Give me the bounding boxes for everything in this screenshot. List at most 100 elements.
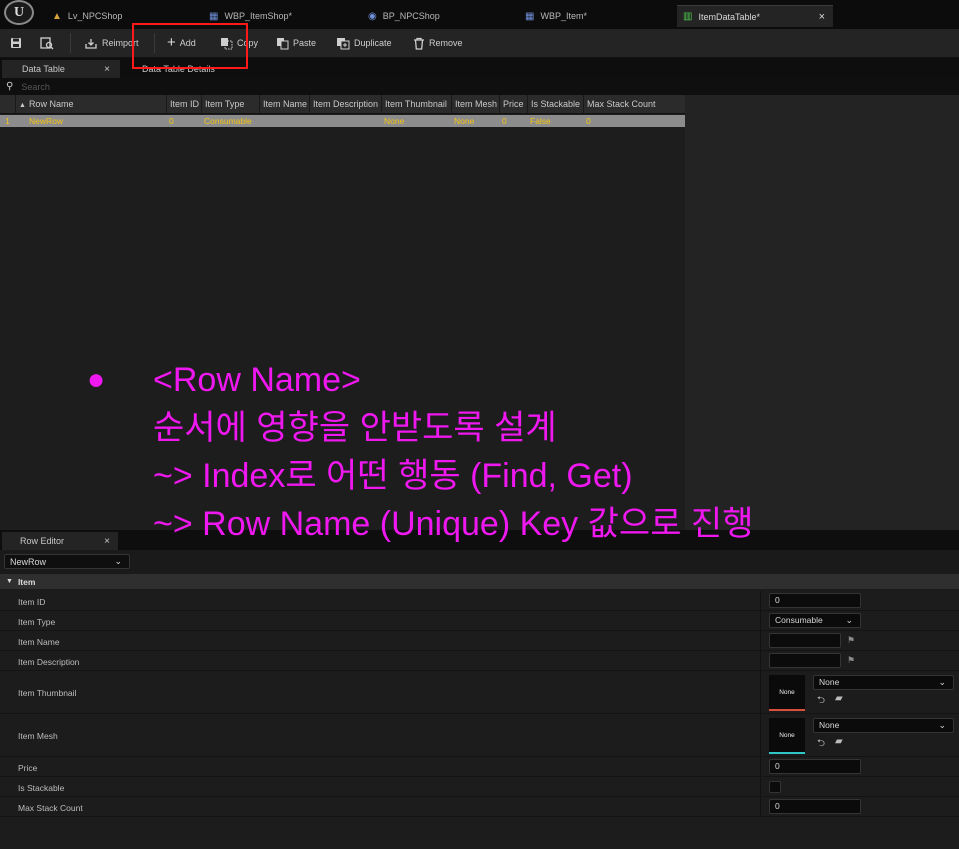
column-header-is-stackable[interactable]: Is Stackable [527,95,583,114]
item-type-dropdown[interactable]: Consumable ⌄ [769,613,861,628]
price-field[interactable]: 0 [769,759,861,774]
tab-row-editor[interactable]: Row Editor × [2,532,118,550]
column-header-max-stack-count[interactable]: Max Stack Count [583,95,685,114]
duplicate-icon [337,37,350,49]
column-header-price[interactable]: Price [499,95,527,114]
annotation-text: <Row Name> 순서에 영향을 안받도록 설계 ~> Index로 어떤 … [153,356,753,548]
use-selected-asset-icon[interactable]: ⮌ [817,736,825,753]
thumbnail-preview[interactable]: None [769,675,805,711]
property-row-item-name: Item Name ⚑ [0,631,959,651]
search-icon: ⚲ [6,81,14,92]
property-row-item-type: Item Type Consumable ⌄ [0,611,959,631]
remove-button[interactable]: Remove [413,33,463,53]
property-label: Item Description [18,657,80,667]
doc-tab-bp-npcshop[interactable]: ◉ BP_NPCShop [362,5,512,27]
annotation-line-3: ~> Index로 어떤 행동 (Find, Get) [153,457,633,495]
cell-item-thumbnail[interactable]: None [381,115,451,127]
cell-item-mesh[interactable]: None [451,115,499,127]
item-thumbnail-asset-picker[interactable]: None ⌄ [813,675,954,690]
cell-is-stackable[interactable]: False [527,115,583,127]
item-id-field[interactable]: 0 [769,593,861,608]
property-row-item-mesh: Item Mesh None None ⌄ ⮌ ▰ [0,714,959,757]
duplicate-label: Duplicate [354,38,392,48]
data-table-editor-window: U ▲ Lv_NPCShop ▦ WBP_ItemShop* ◉ BP_NPCS… [0,0,959,849]
annotation-line-2: 순서에 영향을 안받도록 설계 [153,409,557,447]
column-header-item-type[interactable]: Item Type [201,95,259,114]
use-selected-asset-icon[interactable]: ⮌ [817,693,825,710]
cell-row-name[interactable]: NewRow [26,115,166,127]
property-label: Item Name [18,637,60,647]
browse-button[interactable] [40,33,54,53]
doc-tab-label: WBP_Item* [540,11,587,21]
row-name-dropdown[interactable]: NewRow ⌄ [4,554,130,569]
table-row[interactable]: 1 NewRow 0 Consumable None None 0 False … [0,115,685,127]
unreal-logo-icon[interactable]: U [4,0,34,25]
property-label: Max Stack Count [18,803,83,813]
browse-folder-icon[interactable]: ▰ [835,693,843,704]
column-header-item-thumbnail[interactable]: Item Thumbnail [381,95,451,114]
selected-row-label: NewRow [10,556,47,567]
close-tab-icon[interactable]: × [104,536,110,547]
localization-flag-icon[interactable]: ⚑ [847,655,855,666]
row-select-bar: NewRow ⌄ [0,550,959,574]
cell-item-type[interactable]: Consumable [201,115,259,127]
close-tab-icon[interactable]: × [104,64,110,75]
reimport-icon [85,38,97,49]
cell-item-description[interactable] [309,115,381,127]
duplicate-button[interactable]: Duplicate [336,33,392,53]
level-icon: ▲ [52,10,62,22]
browse-asset-icon [40,36,54,49]
doc-tab-label: BP_NPCShop [382,11,440,21]
annotation-line-1: <Row Name> [153,361,361,399]
row-index: 1 [5,116,10,126]
property-label: Item Mesh [18,731,58,741]
item-name-field[interactable] [769,633,841,648]
save-button[interactable] [10,33,22,53]
paste-button[interactable]: Paste [276,33,316,53]
column-divider [760,591,761,610]
property-label: Item Thumbnail [18,688,77,698]
table-header: ▲ Row Name Item ID Item Type Item Name It… [0,95,685,114]
doc-tab-wbp-item[interactable]: ▦ WBP_Item* [519,5,669,27]
column-divider [760,611,761,630]
blueprint-icon: ◉ [368,10,377,22]
cell-item-id[interactable]: 0 [166,115,201,127]
category-header-item[interactable]: ▼ Item [0,574,959,589]
column-header-item-name[interactable]: Item Name [259,95,309,114]
chevron-down-icon: ⌄ [114,556,122,566]
column-divider [760,777,761,796]
column-header-row-name[interactable]: ▲ Row Name [15,95,166,114]
doc-tab-label: Lv_NPCShop [67,11,123,21]
paste-icon [277,37,289,49]
is-stackable-checkbox[interactable] [769,781,781,793]
search-input[interactable]: Search [21,82,50,92]
property-label: Item ID [18,597,46,607]
max-stack-count-field[interactable]: 0 [769,799,861,814]
localization-flag-icon[interactable]: ⚑ [847,635,855,646]
column-header-item-description[interactable]: Item Description [309,95,381,114]
annotation-bullet: ● [87,363,106,396]
browse-folder-icon[interactable]: ▰ [835,736,843,747]
widget-blueprint-icon: ▦ [209,10,219,22]
row-editor-panel: Row Editor × NewRow ⌄ ▼ Item Item ID 0 I… [0,530,959,849]
column-divider [760,757,761,776]
mesh-preview[interactable]: None [769,718,805,754]
item-description-field[interactable] [769,653,841,668]
reimport-button[interactable]: Reimport [84,33,139,53]
cell-max-stack-count[interactable]: 0 [583,115,685,127]
data-table-icon: ▥ [683,11,693,22]
item-type-value: Consumable [775,615,823,625]
cell-price[interactable]: 0 [499,115,527,127]
property-row-is-stackable: Is Stackable [0,777,959,797]
cell-item-name[interactable] [259,115,309,127]
close-tab-icon[interactable]: × [819,11,825,23]
item-mesh-asset-picker[interactable]: None ⌄ [813,718,954,733]
column-header-item-id[interactable]: Item ID [166,95,201,114]
doc-tab-itemdatatable[interactable]: ▥ ItemDataTable* × [677,5,833,27]
toolbar-separator [70,33,71,53]
column-header-item-mesh[interactable]: Item Mesh [451,95,499,114]
search-bar[interactable]: ⚲ Search [0,78,959,95]
chevron-down-icon: ⌄ [845,615,853,625]
tab-data-table[interactable]: Data Table × [2,60,120,78]
asset-value: None [819,677,840,687]
